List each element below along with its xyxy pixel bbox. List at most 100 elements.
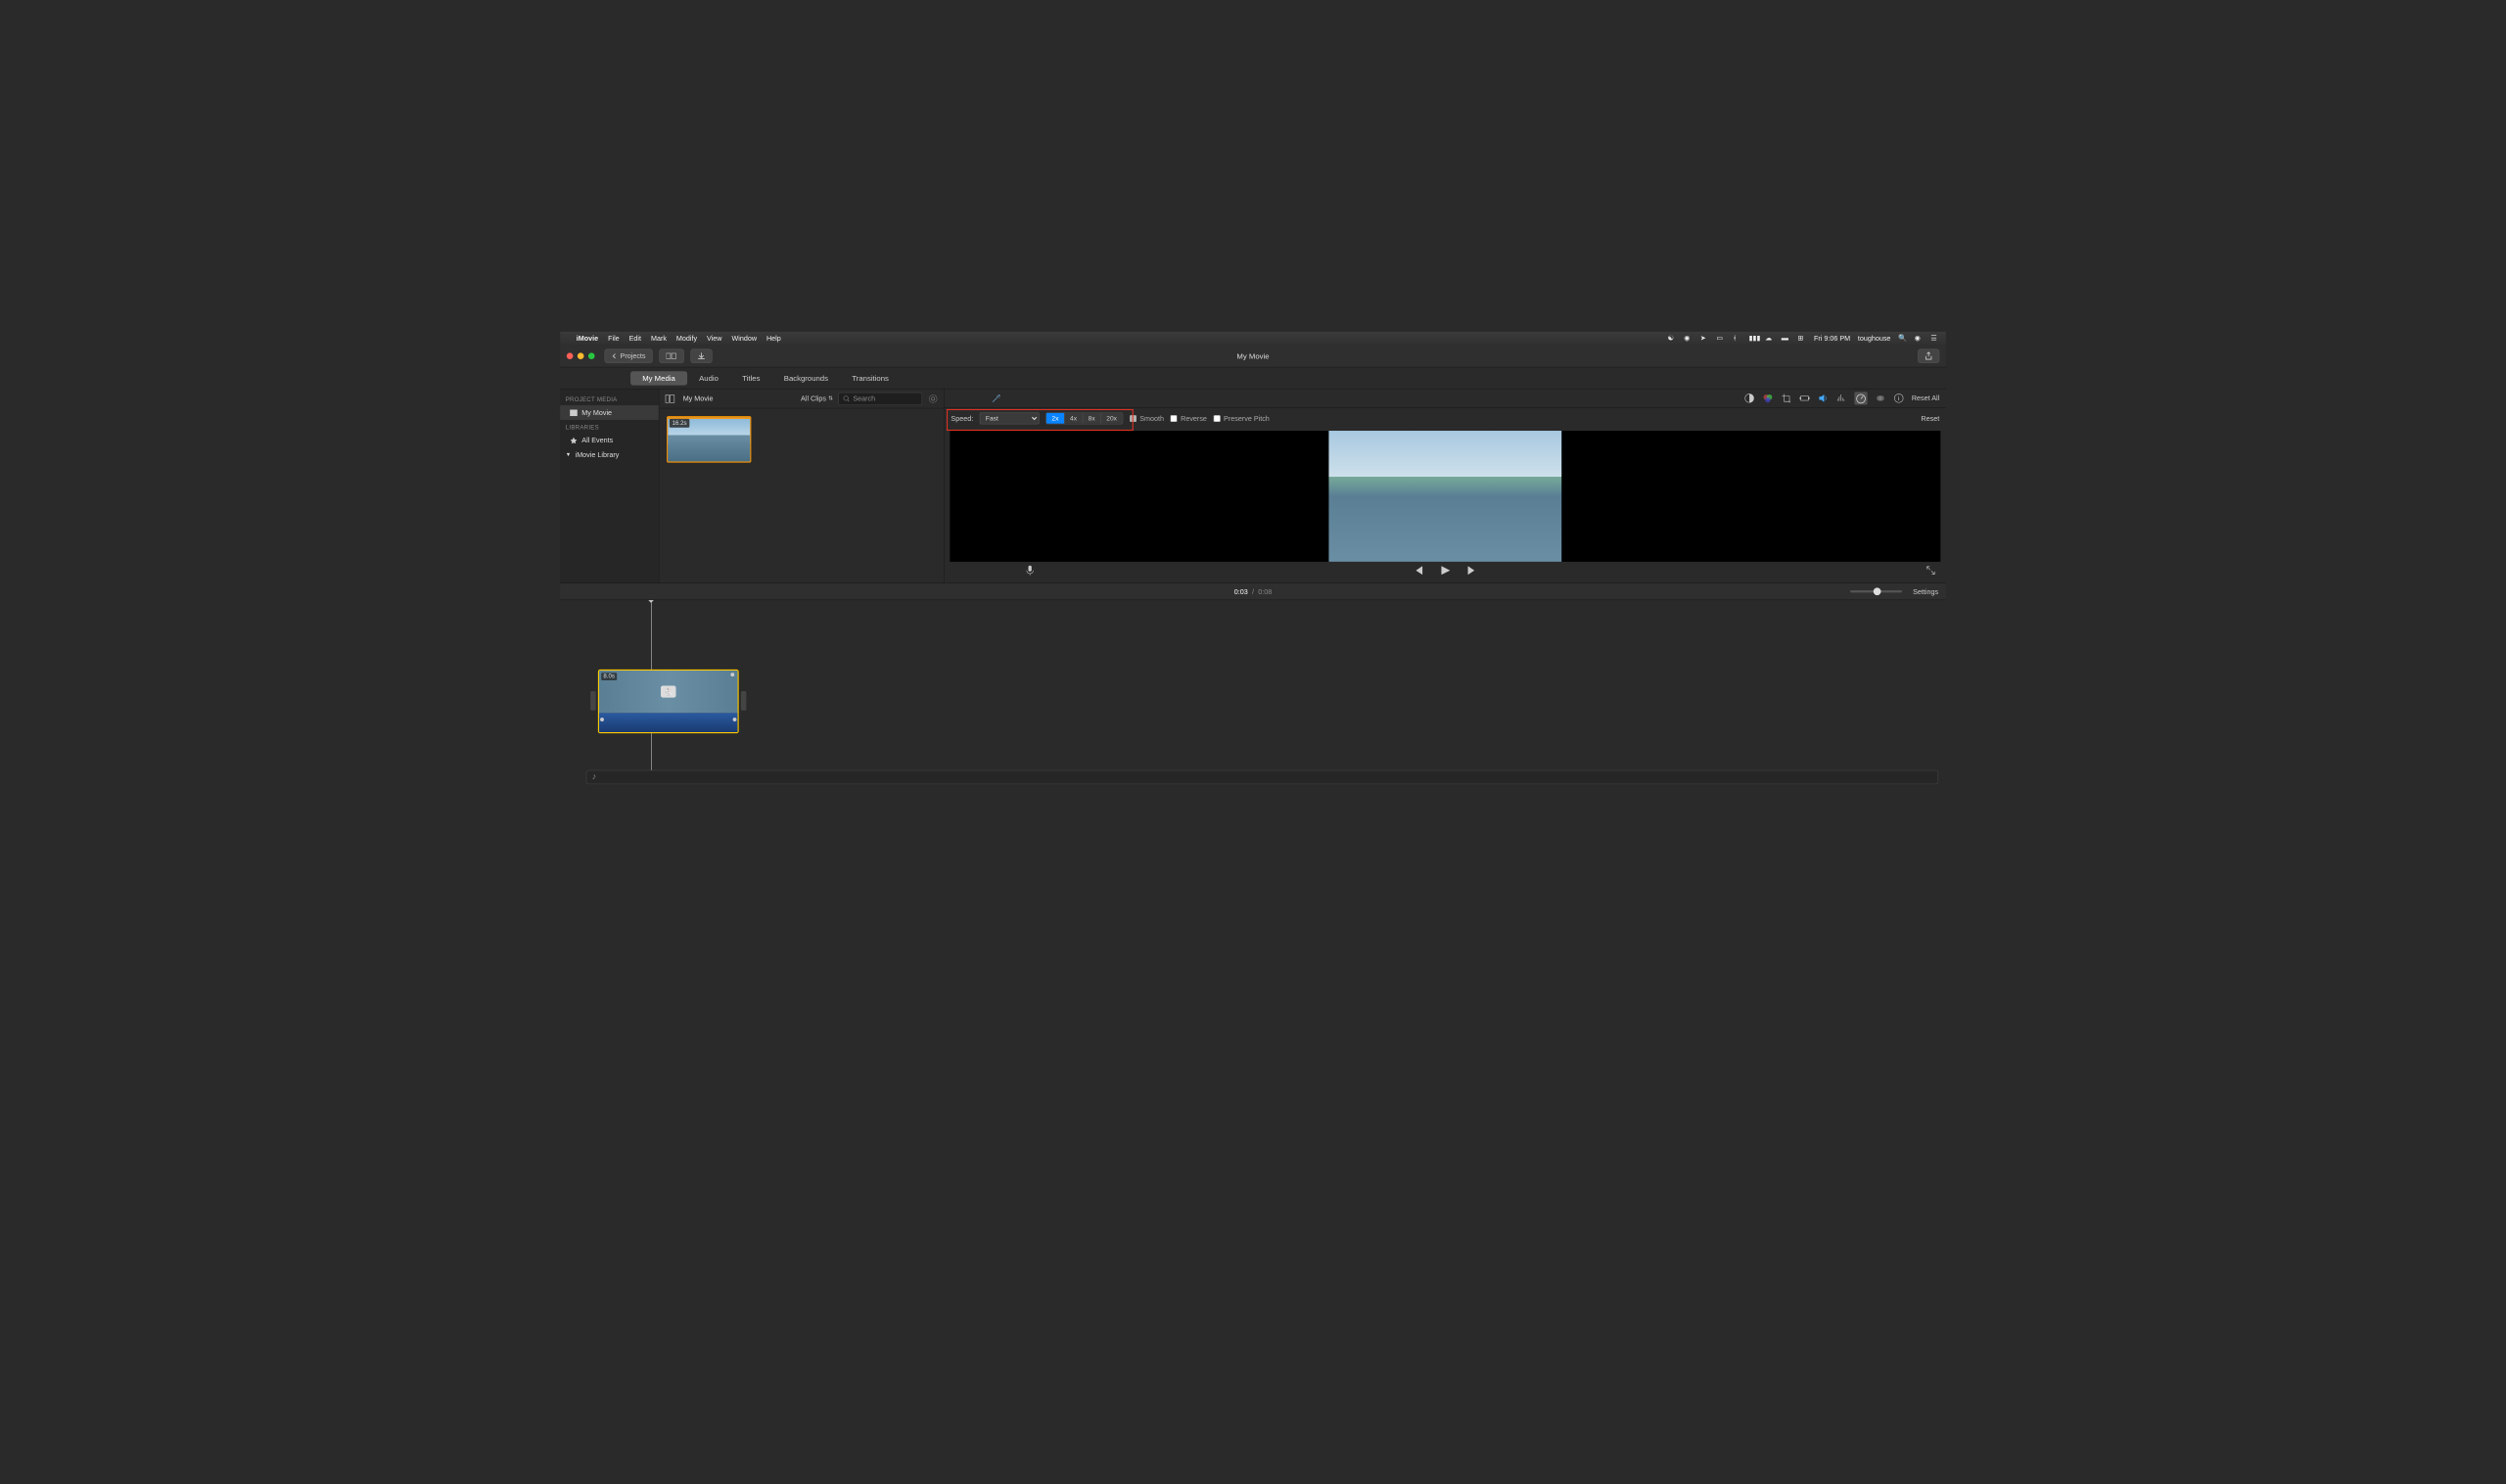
spotlight-icon[interactable]: 🔍	[1898, 334, 1907, 343]
menu-mark[interactable]: Mark	[651, 334, 667, 342]
menu-window[interactable]: Window	[731, 334, 757, 342]
reverse-checkbox[interactable]: Reverse	[1171, 414, 1207, 422]
menubar: iMovie File Edit Mark Modify View Window…	[560, 332, 1946, 345]
app-name[interactable]: iMovie	[577, 334, 598, 342]
menubar-user[interactable]: toughouse	[1858, 334, 1891, 342]
media-clip[interactable]: 16.2s	[667, 416, 751, 463]
clip-handle-left[interactable]	[590, 691, 596, 711]
fullscreen-icon[interactable]	[1926, 566, 1935, 578]
speed-2x[interactable]: 2x	[1046, 413, 1065, 424]
clip-audio-waveform[interactable]	[599, 713, 738, 732]
preview-frame	[1328, 431, 1561, 562]
color-balance-icon[interactable]	[1743, 393, 1754, 403]
window-titlebar: Projects My Movie	[560, 345, 1946, 367]
disclosure-triangle-icon[interactable]: ▼	[566, 452, 571, 458]
battery2-icon[interactable]: ▬	[1782, 334, 1790, 343]
star-icon	[570, 437, 578, 443]
speed-indicator-icon: 🐇	[661, 685, 675, 697]
next-button[interactable]	[1466, 566, 1476, 578]
all-clips-dropdown[interactable]: All Clips ⇅	[801, 394, 833, 402]
clip-marker-bl	[600, 718, 604, 721]
noise-icon[interactable]	[1835, 393, 1846, 403]
sidebar-header-project: PROJECT MEDIA	[560, 393, 659, 405]
bluetooth-icon[interactable]: ᚼ	[1733, 334, 1741, 343]
color-correction-icon[interactable]	[1762, 393, 1773, 403]
menu-view[interactable]: View	[707, 334, 721, 342]
timeline[interactable]: 8.0s 🐇 ♪	[560, 600, 1946, 793]
preserve-pitch-checkbox[interactable]: Preserve Pitch	[1214, 414, 1270, 422]
menubar-clock[interactable]: Fri 9:06 PM	[1814, 334, 1850, 342]
speed-segmented: 2x 4x 8x 20x	[1045, 412, 1123, 424]
magic-wand-icon[interactable]	[991, 393, 1001, 403]
crop-icon[interactable]	[1781, 393, 1791, 403]
tab-my-media[interactable]: My Media	[630, 371, 687, 385]
timeline-clip[interactable]: 8.0s 🐇	[598, 670, 739, 733]
reset-all-button[interactable]: Reset All	[1912, 394, 1939, 402]
tab-transitions[interactable]: Transitions	[840, 371, 901, 385]
time-total: 0:08	[1258, 587, 1272, 595]
battery-icon[interactable]: ▮▮▮	[1749, 334, 1758, 343]
back-projects-button[interactable]: Projects	[605, 348, 653, 362]
menu-file[interactable]: File	[608, 334, 620, 342]
menu-edit[interactable]: Edit	[629, 334, 641, 342]
sidebar: PROJECT MEDIA My Movie LIBRARIES All Eve…	[560, 389, 659, 582]
view-mode-button[interactable]	[659, 348, 683, 362]
list-view-icon[interactable]	[665, 394, 675, 404]
info-icon[interactable]: i	[1893, 393, 1904, 403]
search-icon	[843, 395, 850, 402]
speed-8x[interactable]: 8x	[1083, 413, 1101, 424]
media-browser: My Movie All Clips ⇅ Search 16.2s	[659, 389, 944, 582]
smooth-checkbox[interactable]: Smooth	[1130, 414, 1164, 422]
preview-viewer[interactable]	[950, 431, 1940, 562]
voiceover-icon[interactable]	[1026, 565, 1035, 579]
menu-modify[interactable]: Modify	[676, 334, 697, 342]
prev-button[interactable]	[1414, 566, 1423, 578]
search-input[interactable]: Search	[838, 392, 922, 404]
chevron-updown-icon: ⇅	[828, 395, 833, 401]
speed-4x[interactable]: 4x	[1064, 413, 1083, 424]
zoom-slider[interactable]	[1850, 590, 1902, 592]
volume-icon[interactable]	[1818, 393, 1829, 403]
tab-titles[interactable]: Titles	[730, 371, 772, 385]
color-filter-icon[interactable]	[1875, 393, 1885, 403]
gear-icon[interactable]	[928, 394, 939, 404]
sidebar-item-my-movie[interactable]: My Movie	[560, 405, 659, 420]
settings-button[interactable]: Settings	[1913, 587, 1938, 595]
status-icon[interactable]: ◉	[1684, 334, 1693, 343]
sidebar-header-libraries: LIBRARIES	[560, 420, 659, 433]
music-track[interactable]: ♪	[586, 770, 1938, 784]
location-icon[interactable]: ➤	[1700, 334, 1709, 343]
sidebar-item-library[interactable]: ▼ iMovie Library	[560, 447, 659, 462]
adjust-toolbar: i Reset All	[945, 389, 1946, 407]
breadcrumb: My Movie	[683, 394, 714, 402]
menu-help[interactable]: Help	[766, 334, 781, 342]
wechat-icon[interactable]: ☯	[1668, 334, 1677, 343]
stabilize-icon[interactable]	[1799, 393, 1810, 403]
time-sep: /	[1252, 587, 1254, 595]
tab-backgrounds[interactable]: Backgrounds	[772, 371, 841, 385]
speed-label: Speed:	[951, 414, 973, 422]
zoom-button[interactable]	[588, 352, 595, 359]
siri-icon[interactable]: ◉	[1915, 334, 1924, 343]
notification-icon[interactable]: ☰	[1930, 334, 1939, 343]
minimize-button[interactable]	[578, 352, 584, 359]
grid-icon[interactable]: ⊞	[1797, 334, 1806, 343]
speed-icon[interactable]	[1854, 392, 1867, 404]
display-icon[interactable]: ▭	[1716, 334, 1725, 343]
close-button[interactable]	[567, 352, 574, 359]
clip-duration-badge: 16.2s	[670, 419, 689, 428]
play-button[interactable]	[1440, 565, 1451, 579]
clip-marker-tr	[730, 672, 734, 676]
music-icon: ♪	[592, 772, 596, 782]
share-button[interactable]	[1918, 348, 1939, 362]
cloud-icon[interactable]: ☁	[1765, 334, 1774, 343]
speed-dropdown[interactable]: Fast	[980, 412, 1040, 424]
clapperboard-icon	[570, 409, 578, 416]
speed-20x[interactable]: 20x	[1101, 413, 1123, 424]
import-button[interactable]	[690, 348, 712, 362]
tab-audio[interactable]: Audio	[687, 371, 730, 385]
reset-button[interactable]: Reset	[1921, 414, 1939, 422]
clip-handle-right[interactable]	[741, 691, 747, 711]
sidebar-item-all-events[interactable]: All Events	[560, 433, 659, 447]
timeline-header: 0:03 / 0:08 Settings	[560, 582, 1946, 600]
